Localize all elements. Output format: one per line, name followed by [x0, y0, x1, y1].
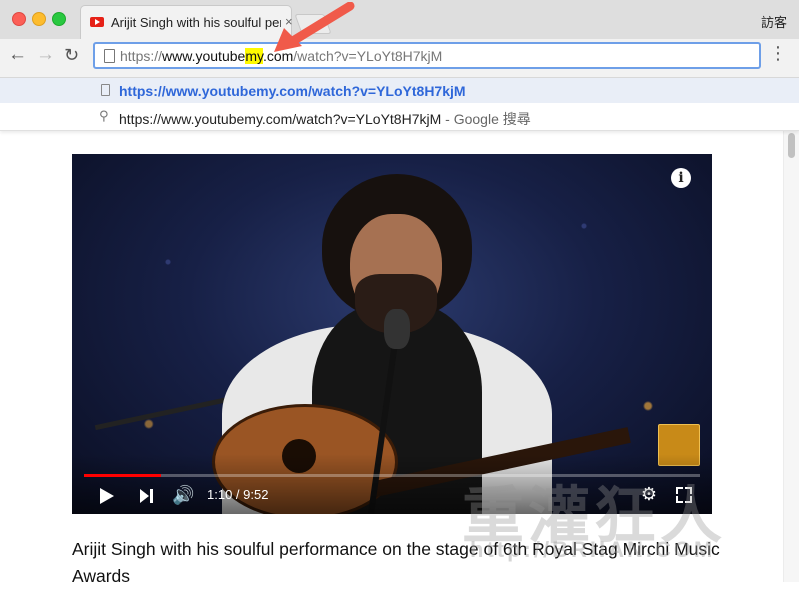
youtube-favicon-icon	[90, 17, 104, 27]
title-bar: Arijit Singh with his soulful per × 訪客	[0, 0, 799, 39]
browser-toolbar: ← → ↻ https://www.youtubemy.com/watch?v=…	[0, 39, 799, 78]
page-icon	[101, 84, 110, 96]
omnibox-suggestions: https://www.youtubemy.com/watch?v=YLoYt8…	[0, 78, 799, 131]
suggestion-search-text: https://www.youtubemy.com/watch?v=YLoYt8…	[119, 109, 531, 129]
guest-profile-label[interactable]: 訪客	[761, 12, 787, 31]
minimize-window-button[interactable]	[32, 12, 46, 26]
volume-icon[interactable]: 🔊	[172, 485, 194, 506]
progress-fill	[84, 474, 161, 477]
url-scheme: https://	[120, 48, 163, 64]
url-domain-highlight: my	[245, 48, 263, 64]
page-icon	[104, 49, 115, 63]
suggestion-search[interactable]: ⚲ https://www.youtubemy.com/watch?v=YLoY…	[0, 104, 799, 129]
address-bar[interactable]: https://www.youtubemy.com/watch?v=YLoYt8…	[93, 42, 761, 69]
info-icon[interactable]: i	[671, 168, 691, 188]
browser-tab[interactable]: Arijit Singh with his soulful per ×	[80, 5, 293, 39]
close-window-button[interactable]	[12, 12, 26, 26]
reload-icon[interactable]: ↻	[64, 45, 79, 66]
play-icon[interactable]	[100, 488, 114, 504]
video-player[interactable]: i 🔊 1:10 / 9:52 ⚙	[72, 154, 712, 514]
url-domain-start: www.youtube	[162, 48, 246, 64]
microphone	[384, 309, 410, 349]
search-icon: ⚲	[99, 108, 109, 123]
maximize-window-button[interactable]	[52, 12, 66, 26]
back-arrow-icon[interactable]: ←	[8, 44, 27, 66]
red-arrow-annotation	[274, 2, 355, 52]
tab-title: Arijit Singh with his soulful per	[111, 15, 281, 30]
suggestion-search-query: https://www.youtubemy.com/watch?v=YLoYt8…	[119, 111, 442, 127]
next-icon[interactable]	[140, 488, 154, 504]
scrollbar-thumb[interactable]	[788, 133, 795, 158]
suggestion-url[interactable]: https://www.youtubemy.com/watch?v=YLoYt8…	[0, 78, 799, 103]
suggestion-url-text: https://www.youtubemy.com/watch?v=YLoYt8…	[119, 83, 466, 99]
page-scrollbar[interactable]	[783, 131, 799, 582]
time-display: 1:10 / 9:52	[207, 487, 269, 502]
suggestion-search-suffix: - Google 搜尋	[441, 111, 531, 127]
watermark-url: http://BRIIAN.COM	[470, 537, 716, 562]
forward-arrow-icon[interactable]: →	[36, 44, 55, 66]
menu-icon[interactable]: ⋮	[769, 44, 787, 62]
